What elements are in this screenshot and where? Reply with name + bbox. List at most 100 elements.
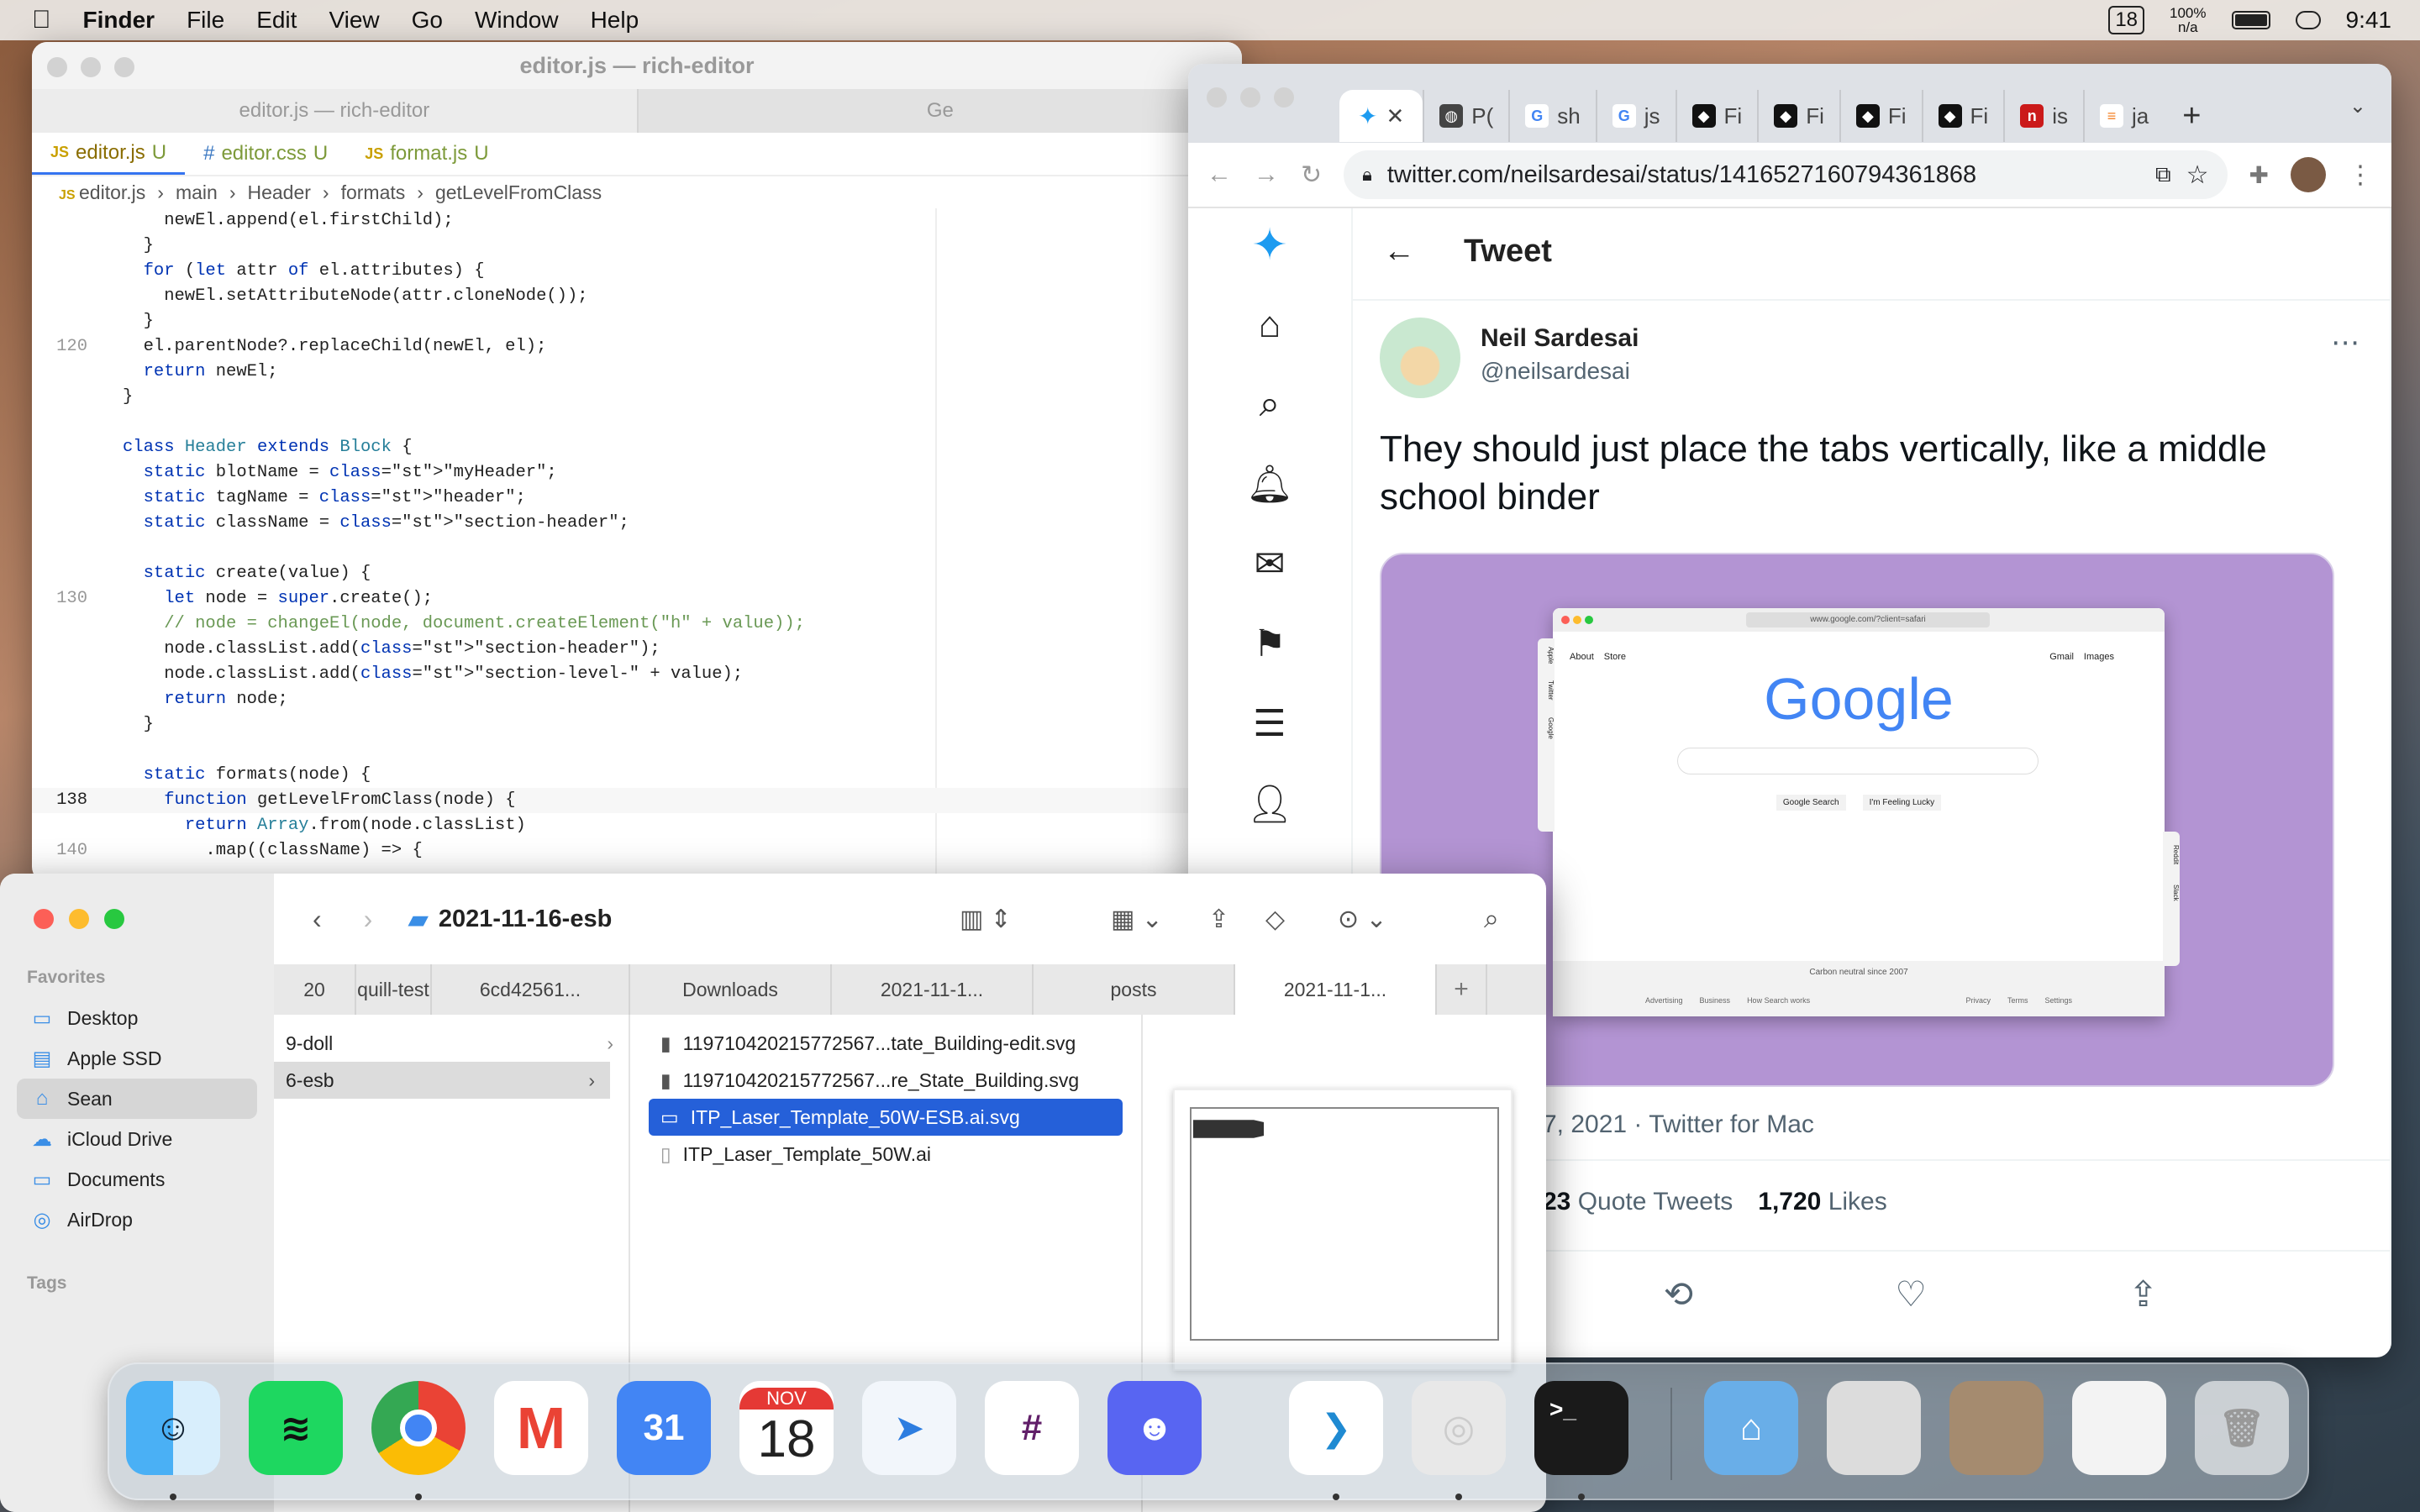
chrome-menu-icon[interactable]: ⋮ [2348,160,2373,190]
finder-tab[interactable]: posts [1034,964,1235,1015]
breadcrumb-header[interactable]: Header [247,181,310,204]
sidebar-item-airdrop[interactable]: ◎ AirDrop [0,1200,274,1240]
trash-dock-icon[interactable]: 🗑︎ [2195,1381,2289,1475]
bookmark-star-icon[interactable]: ☆ [2186,160,2209,190]
new-tab-icon[interactable]: + [1437,964,1487,1015]
code-line[interactable]: static blotName = class="st">"myHeader"; [32,460,1242,486]
code-line[interactable]: newEl.append(el.firstChild); [32,208,1242,234]
list-item-selected[interactable]: 6-esb › [274,1062,610,1099]
share-icon[interactable]: ⇪ [1208,905,1229,934]
back-icon[interactable]: ← [1207,160,1232,189]
battery-icon[interactable] [2231,11,2270,29]
finder-tab[interactable]: 20 [274,964,356,1015]
finder-tab[interactable]: quill-test [356,964,432,1015]
browser-tab[interactable]: ◆ Fi [1675,90,1758,142]
quote-tweets-count[interactable]: 23 Quote Tweets [1543,1188,1733,1216]
sidebar-item-documents[interactable]: ▭ Documents [0,1159,274,1200]
browser-tab[interactable]: Gjs [1595,90,1676,142]
menu-help[interactable]: Help [591,7,639,34]
finder-minimize-button[interactable] [69,909,89,929]
discord-dock-icon[interactable]: ☻ [1107,1381,1202,1475]
finder-zoom-button[interactable] [104,909,124,929]
airmail-dock-icon[interactable]: ➤ [862,1381,956,1475]
control-center-icon[interactable] [2295,11,2321,29]
terminal-dock-icon[interactable]: >_ [1534,1381,1628,1475]
code-line[interactable] [32,410,1242,435]
browser-tab[interactable]: Gsh [1508,90,1595,142]
author-avatar[interactable] [1380,318,1460,398]
browser-tab[interactable]: ◆ Fi [1757,90,1839,142]
clock[interactable]: 9:41 [2346,7,2392,34]
file-item-selected[interactable]: ▭ ITP_Laser_Template_50W-ESB.ai.svg [649,1099,1123,1136]
code-line[interactable]: 130 let node = super.create(); [32,586,1242,612]
menu-file[interactable]: File [187,7,224,34]
code-line[interactable]: } [32,309,1242,334]
code-line[interactable]: return Array.from(node.classList) [32,813,1242,838]
tab-editor-js[interactable]: JS editor.js U [32,133,186,175]
retweet-icon[interactable]: ⟲ [1664,1273,1693,1315]
code-area[interactable]: newEl.append(el.firstChild); } for (let … [32,208,1242,880]
menu-window[interactable]: Window [475,7,559,34]
likes-count[interactable]: 1,720 Likes [1758,1188,1886,1216]
vscode-dock-icon[interactable]: ❯ [1289,1381,1383,1475]
apple-icon[interactable]:  [32,6,51,34]
notifications-bell-icon[interactable]: 🔔︎ [1246,462,1293,506]
menu-edit[interactable]: Edit [256,7,297,34]
address-bar[interactable]: 🔒︎ twitter.com/neilsardesai/status/14165… [1344,150,2228,199]
author-handle[interactable]: @neilsardesai [1481,358,1630,385]
action-menu-icon[interactable]: ⊙ ⌄ [1338,905,1387,934]
browser-tab[interactable]: n is [2003,90,2083,142]
spotify-dock-icon[interactable]: ≋ [249,1381,343,1475]
finder-tab-active[interactable]: 2021-11-1... [1235,964,1437,1015]
reload-icon[interactable]: ↻ [1301,160,1322,190]
browser-minimize-button[interactable] [1240,87,1260,108]
code-line[interactable]: 120 el.parentNode?.replaceChild(newEl, e… [32,334,1242,360]
google-calendar-dock-icon[interactable]: 31 [617,1381,711,1475]
screenshot-stack-dock-icon[interactable] [1827,1381,1921,1475]
finder-close-button[interactable] [34,909,54,929]
code-line[interactable]: } [32,234,1242,259]
editor-window-tab[interactable]: editor.js — rich-editor [32,89,637,133]
photo-stack-dock-icon[interactable] [1949,1381,2044,1475]
more-options-icon[interactable]: ⋯ [2331,326,2360,360]
breadcrumb-function[interactable]: getLevelFromClass [435,181,602,204]
code-line[interactable]: static tagName = class="st">"header"; [32,486,1242,511]
code-line[interactable]: class Header extends Block { [32,435,1242,460]
sidebar-item-sean[interactable]: ⌂ Sean [17,1079,257,1119]
lists-icon[interactable]: ☰ [1253,702,1286,745]
forward-chevron-icon[interactable]: › [364,904,373,935]
browser-tab[interactable]: ≡ ja [2082,90,2164,142]
tab-close-icon[interactable]: ✕ [1386,103,1404,129]
file-item[interactable]: ▮ 119710420215772567...tate_Building-edit… [632,1025,1141,1062]
group-icon[interactable]: ▦ ⌄ [1111,905,1163,934]
app-dock-icon[interactable]: ◎ [1412,1381,1506,1475]
code-line[interactable]: node.classList.add(class="st">"section-h… [32,637,1242,662]
calendar-status-icon[interactable]: 18 [2108,6,2145,34]
finder-dock-icon[interactable]: ☺ [126,1381,220,1475]
column-view-icon[interactable]: ▥ ⇕ [960,905,1012,934]
downloads-stack-dock-icon[interactable] [2072,1381,2166,1475]
search-icon[interactable]: ⌕ [1260,383,1281,425]
url-text[interactable]: twitter.com/neilsardesai/status/14165271… [1387,161,2140,189]
home-icon[interactable]: ⌂ [1259,304,1281,346]
code-line[interactable]: 140 .map((className) => { [32,838,1242,864]
tab-format-js[interactable]: JS format.js U [346,133,507,175]
code-line[interactable] [32,536,1242,561]
finder-tab[interactable]: 2021-11-1... [832,964,1034,1015]
forward-icon[interactable]: → [1254,160,1279,189]
code-line[interactable] [32,738,1242,763]
code-line[interactable]: static formats(node) { [32,763,1242,788]
code-line[interactable]: return newEl; [32,360,1242,385]
code-line[interactable]: static className = class="st">"section-h… [32,511,1242,536]
code-line[interactable]: // node = changeEl(node, document.create… [32,612,1242,637]
gmail-dock-icon[interactable]: M [494,1381,588,1475]
finder-tab[interactable]: Downloads [630,964,832,1015]
file-item[interactable]: ▯ ITP_Laser_Template_50W.ai [632,1136,1141,1173]
browser-tab[interactable]: ◍ P( [1423,90,1508,142]
slack-dock-icon[interactable]: # [985,1381,1079,1475]
code-line[interactable]: newEl.setAttributeNode(attr.cloneNode())… [32,284,1242,309]
twitter-logo-icon[interactable]: ✦ [1251,223,1288,267]
breadcrumb-main[interactable]: main [176,181,218,204]
code-line[interactable]: } [32,712,1242,738]
browser-close-button[interactable] [1207,87,1227,108]
